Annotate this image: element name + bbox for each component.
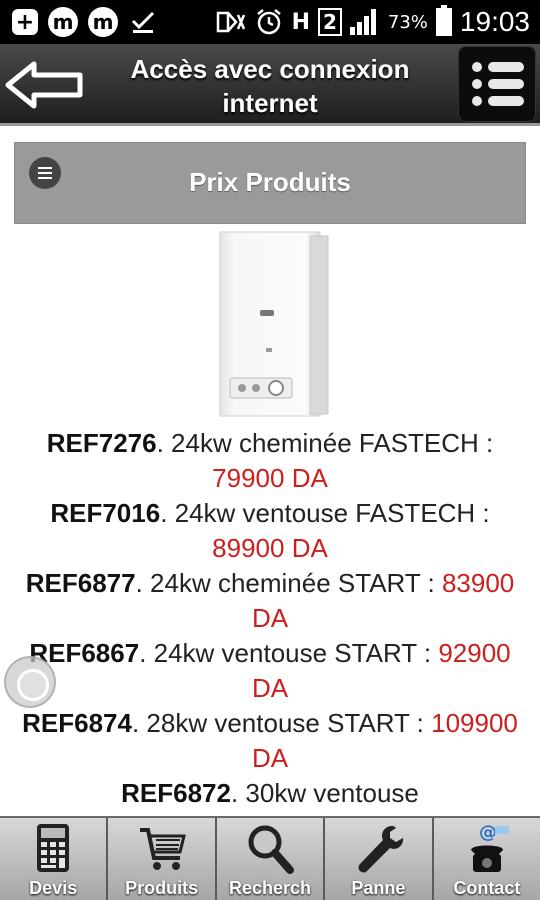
- calculator-icon: [37, 824, 70, 872]
- add-notification-icon: +: [12, 9, 38, 35]
- battery-percent: 73%: [387, 11, 428, 33]
- cart-icon: [139, 828, 186, 870]
- nav-recherche[interactable]: Recherch: [216, 818, 326, 900]
- wrench-icon: [358, 826, 404, 873]
- product-item[interactable]: REF6874. 28kw ventouse START : 109900 DA: [20, 706, 520, 776]
- sim-slot-badge: 2: [317, 8, 342, 36]
- phone-email-icon: @: [470, 822, 509, 872]
- nav-label: Contact: [453, 878, 521, 898]
- back-button[interactable]: [4, 60, 86, 110]
- download-done-icon: [128, 7, 158, 37]
- product-item[interactable]: REF7276. 24kw cheminée FASTECH : 79900 D…: [20, 426, 520, 496]
- nav-devis[interactable]: Devis: [0, 818, 109, 900]
- nav-contact[interactable]: @ Contact: [433, 818, 540, 900]
- section-title: Prix Produits: [189, 167, 351, 197]
- bottom-nav: Devis Produits Recherch Panne @ Contact: [0, 816, 540, 900]
- nav-panne[interactable]: Panne: [325, 818, 434, 900]
- mute-icon: [216, 7, 246, 37]
- page-title: Accès avec connexion internet: [130, 54, 410, 118]
- battery-icon: [435, 5, 452, 36]
- magnifier-icon: [248, 825, 295, 874]
- list-menu-icon: [472, 62, 524, 72]
- nav-label: Panne: [351, 878, 406, 898]
- menu-button[interactable]: [458, 46, 536, 122]
- product-item[interactable]: REF6877. 24kw cheminée START : 83900 DA: [20, 566, 520, 636]
- app-title-bar: Accès avec connexion internet: [0, 44, 540, 126]
- product-price-list: REF7276. 24kw cheminée FASTECH : 79900 D…: [20, 426, 520, 811]
- network-type-indicator: H: [291, 9, 310, 35]
- product-item[interactable]: REF7016. 24kw ventouse FASTECH : 89900 D…: [20, 496, 520, 566]
- nav-label: Recherch: [228, 878, 312, 898]
- nav-label: Devis: [29, 878, 78, 898]
- main-content[interactable]: Prix Produits REF7276. 24kw cheminée FAS…: [0, 126, 540, 816]
- app-m-notification-icon: m: [48, 7, 78, 37]
- clock: 19:03: [459, 6, 530, 37]
- back-arrow-icon: [5, 61, 83, 109]
- status-bar: + m m H 2 73% 19:03: [0, 0, 540, 44]
- signal-icon: [349, 9, 380, 35]
- boiler-product-image: [219, 231, 329, 417]
- product-item[interactable]: REF6867. 24kw ventouse START : 92900 DA: [20, 636, 520, 706]
- nav-produits[interactable]: Produits: [108, 818, 217, 900]
- assistive-touch-button[interactable]: [4, 656, 56, 708]
- alarm-icon: [254, 7, 284, 37]
- nav-label: Produits: [125, 878, 199, 898]
- svg-text:@: @: [479, 822, 497, 843]
- section-header: Prix Produits: [14, 142, 526, 224]
- app-m-notification-icon-2: m: [88, 7, 118, 37]
- product-item[interactable]: REF6872. 30kw ventouse: [20, 776, 520, 811]
